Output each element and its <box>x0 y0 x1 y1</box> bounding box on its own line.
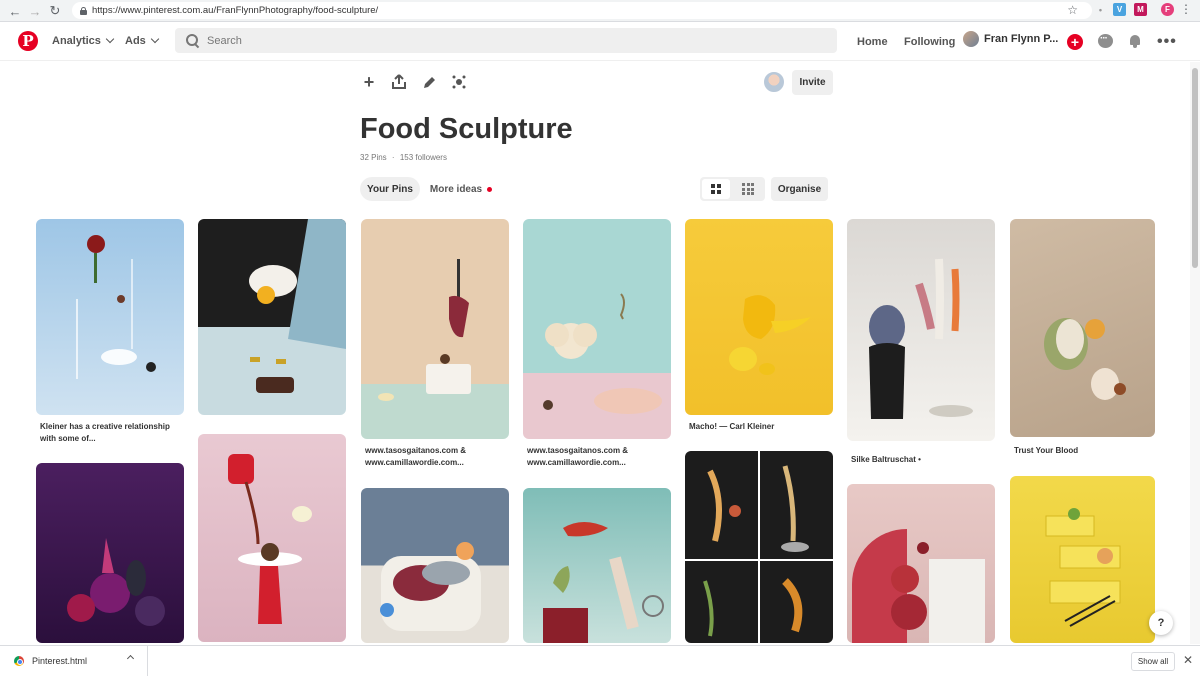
more-options-icon[interactable]: ••• <box>1157 33 1177 51</box>
pin-image-6[interactable] <box>847 219 995 441</box>
site-header: P Analytics Ads Home Following Fran Flyn… <box>0 23 1200 61</box>
analytics-label: Analytics <box>52 35 101 47</box>
scrollbar-thumb[interactable] <box>1192 68 1198 268</box>
profile-link[interactable]: Fran Flynn P... <box>963 31 1058 47</box>
show-all-button[interactable]: Show all <box>1131 652 1175 671</box>
pin-caption-3[interactable]: www.tasosgaitanos.com & www.camillawordi… <box>365 445 513 469</box>
profile-name: Fran Flynn P... <box>984 33 1059 45</box>
tab-your-pins[interactable]: Your Pins <box>360 177 420 201</box>
ads-label: Ads <box>125 35 146 47</box>
page-title: Food Sculpture <box>360 113 573 145</box>
board-stats: 32 Pins · 153 followers <box>360 153 447 162</box>
messages-icon[interactable] <box>1098 33 1113 48</box>
close-icon[interactable]: ✕ <box>1183 653 1193 667</box>
grid-compact-icon <box>742 183 754 195</box>
meta-separator: · <box>391 153 395 162</box>
browser-profile-avatar[interactable]: F <box>1161 3 1174 16</box>
back-icon[interactable]: ← <box>4 0 26 22</box>
grid-large-icon <box>711 184 721 194</box>
pin-image-7[interactable] <box>1010 219 1155 437</box>
pin-caption-5[interactable]: Macho! — Carl Kleiner <box>689 421 837 433</box>
pinterest-logo-icon[interactable]: P <box>18 31 38 51</box>
create-plus-icon[interactable]: + <box>1067 34 1083 50</box>
pin-image-3[interactable] <box>361 219 509 439</box>
pin-image-2[interactable] <box>198 219 346 415</box>
search-icon <box>186 34 199 47</box>
download-file-name: Pinterest.html <box>32 656 88 666</box>
tab-more-ideas-label: More ideas <box>429 183 483 195</box>
tab-your-pins-label: Your Pins <box>367 183 413 195</box>
pin-image-4[interactable] <box>523 219 671 439</box>
search-bar[interactable] <box>175 28 837 53</box>
extension-m-icon[interactable]: M <box>1134 3 1147 16</box>
following-link[interactable]: Following <box>904 36 955 48</box>
pin-image-9[interactable] <box>198 434 346 642</box>
board-more-icon[interactable] <box>449 72 469 92</box>
chrome-file-icon <box>14 656 24 666</box>
pins-count: 32 Pins <box>360 153 387 162</box>
url-text[interactable]: https://www.pinterest.com.au/FranFlynnPh… <box>92 5 378 16</box>
notification-dot <box>487 186 493 192</box>
pin-image-10[interactable] <box>361 488 509 643</box>
browser-menu-icon[interactable]: ⋮ <box>1180 3 1192 15</box>
page-scrollbar[interactable] <box>1190 62 1200 644</box>
extension-v-icon[interactable]: V <box>1113 3 1126 16</box>
chevron-down-icon <box>105 34 115 44</box>
tab-more-ideas[interactable]: More ideas <box>425 177 497 201</box>
pin-image-11[interactable] <box>523 488 671 643</box>
collaborator-avatar[interactable] <box>762 70 786 94</box>
browser-toolbar: ← → ↻ https://www.pinterest.com.au/FranF… <box>0 0 1200 22</box>
view-toggle <box>700 177 765 201</box>
followers-count[interactable]: 153 followers <box>400 153 447 162</box>
organise-button[interactable]: Organise <box>771 177 828 201</box>
compact-grid-view-button[interactable] <box>734 179 762 199</box>
pin-caption-7[interactable]: Trust Your Blood <box>1014 445 1162 457</box>
avatar <box>963 31 979 47</box>
notifications-bell-icon[interactable] <box>1129 34 1141 48</box>
pin-caption-4[interactable]: www.tasosgaitanos.com & www.camillawordi… <box>527 445 675 469</box>
extension-dot-icon[interactable]: • <box>1094 3 1107 16</box>
reload-icon[interactable]: ↻ <box>44 0 66 22</box>
edit-pencil-icon[interactable] <box>419 72 439 92</box>
download-shelf: Pinterest.html Show all ✕ <box>0 645 1200 676</box>
pin-image-13[interactable] <box>847 484 995 643</box>
pin-image-12[interactable] <box>685 451 833 643</box>
analytics-menu[interactable]: Analytics <box>52 34 115 47</box>
pin-image-5[interactable] <box>685 219 833 415</box>
pin-image-14[interactable] <box>1010 476 1155 643</box>
pin-image-8[interactable] <box>36 463 184 643</box>
ads-menu[interactable]: Ads <box>125 34 160 47</box>
chevron-down-icon <box>150 34 160 44</box>
help-button[interactable]: ? <box>1149 611 1173 635</box>
search-input[interactable] <box>207 34 807 47</box>
share-icon[interactable] <box>389 72 409 92</box>
bookmark-star-icon[interactable]: ☆ <box>1067 3 1078 17</box>
pin-caption-1[interactable]: Kleiner has a creative relationship with… <box>40 421 188 445</box>
pin-image-1[interactable] <box>36 219 184 415</box>
address-bar[interactable]: https://www.pinterest.com.au/FranFlynnPh… <box>72 2 1092 19</box>
forward-icon[interactable]: → <box>24 0 46 22</box>
default-grid-view-button[interactable] <box>702 179 730 199</box>
add-icon[interactable]: + <box>359 72 379 92</box>
lock-icon <box>80 6 87 15</box>
download-item[interactable]: Pinterest.html <box>0 646 148 676</box>
pin-caption-6[interactable]: Silke Baltruschat • <box>851 454 999 466</box>
home-link[interactable]: Home <box>857 36 888 48</box>
chevron-up-icon[interactable] <box>126 654 135 663</box>
invite-button[interactable]: Invite <box>792 70 833 95</box>
